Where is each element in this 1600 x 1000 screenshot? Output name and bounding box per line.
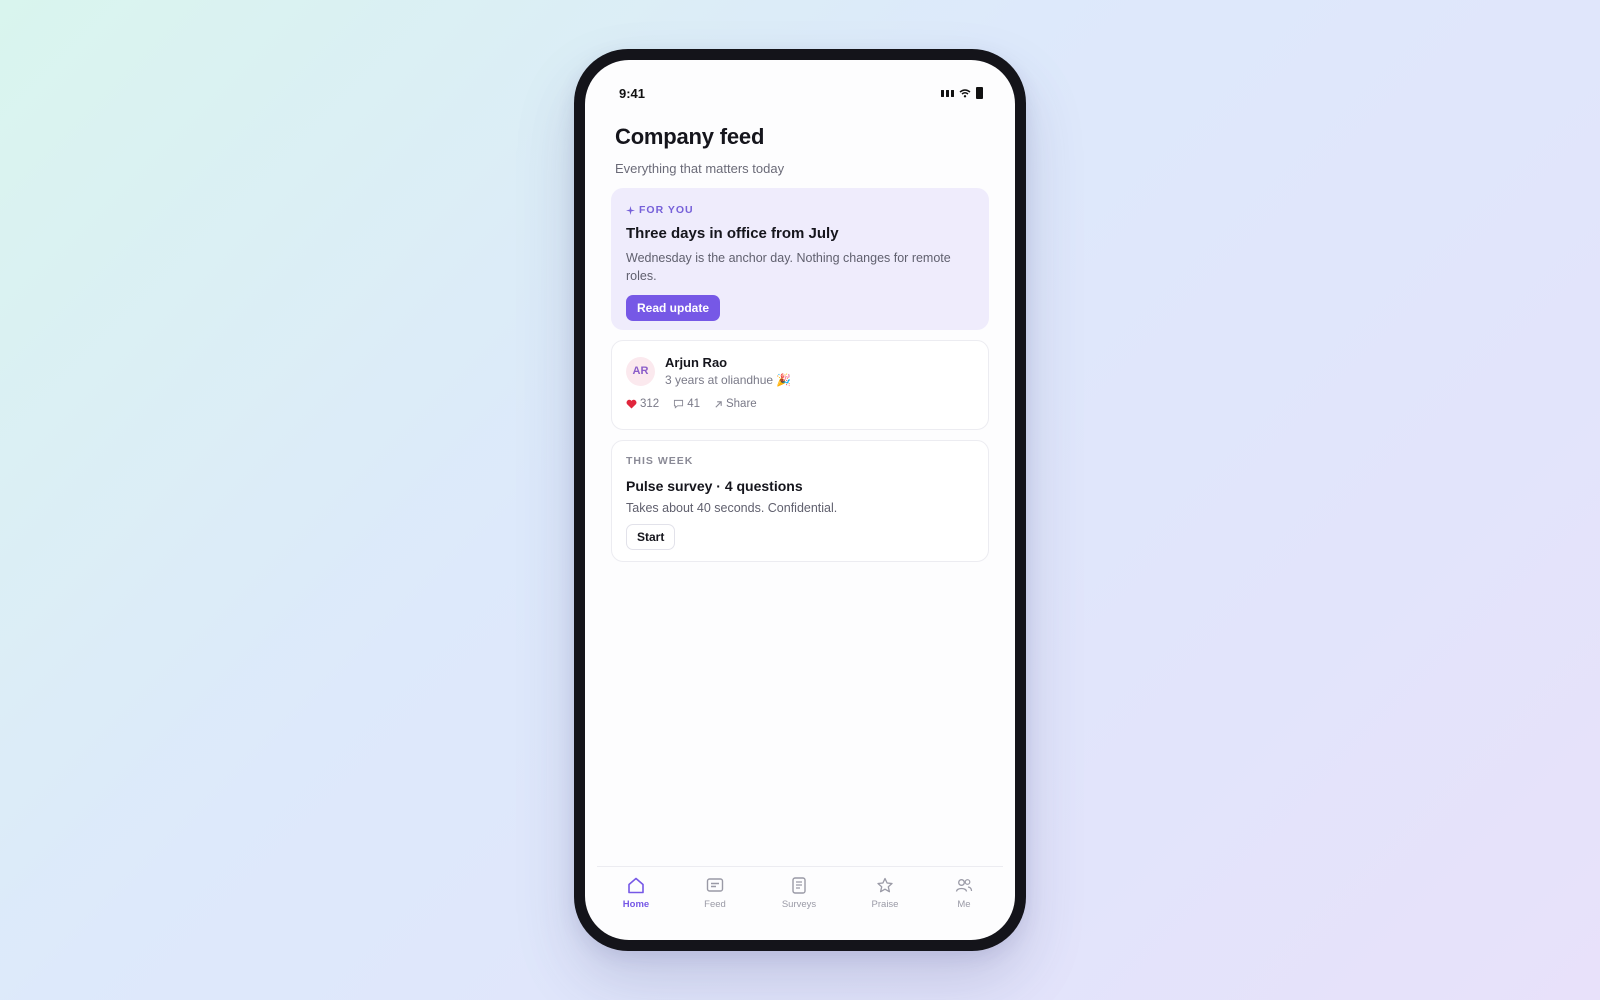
tab-surveys-label: Surveys [781,899,817,910]
for-you-eyebrow: FOR YOU [626,204,974,216]
survey-body: Takes about 40 seconds. Confidential. [626,501,838,515]
post-author-name[interactable]: Arjun Rao [665,355,791,370]
share-arrow-icon [715,400,722,408]
survey-eyebrow: THIS WEEK [626,455,694,467]
tab-feed[interactable]: Feed [685,877,745,910]
tab-surveys[interactable]: Surveys [769,877,829,910]
survey-card: THIS WEEK Pulse survey · 4 questions Tak… [611,440,989,562]
tab-praise-label: Praise [871,899,899,910]
tab-home[interactable]: Home [606,877,666,910]
heart-icon [626,399,637,409]
for-you-body: Wednesday is the anchor day. Nothing cha… [626,251,951,283]
for-you-title: Three days in office from July [626,225,839,242]
star-icon [877,877,893,893]
post-header: AR Arjun Rao 3 years at oliandhue 🎉 [626,355,974,387]
home-icon [628,877,644,894]
post-actions: 312 41 Share [626,398,974,410]
tab-praise[interactable]: Praise [855,877,915,910]
share-button[interactable]: Share [714,398,757,410]
status-bar: 9:41 [585,60,1015,120]
phone-frame: 9:41 Company feed Everything that matter… [574,49,1026,951]
start-survey-button[interactable]: Start [626,524,676,550]
like-count: 312 [640,398,660,410]
bottom-tab-bar: Home Feed Surveys Praise Me [597,866,1003,940]
comment-count: 41 [687,398,700,410]
sparkle-icon [626,205,635,215]
for-you-label: FOR YOU [639,204,694,216]
like-button[interactable]: 312 [626,398,659,410]
people-icon [955,879,973,892]
post-card[interactable]: AR Arjun Rao 3 years at oliandhue 🎉 312 [611,340,989,430]
status-icons [941,87,983,99]
page-subtitle: Everything that matters today [615,161,785,176]
tab-me-label: Me [957,899,971,910]
feed-icon [706,878,724,892]
post-meta: 3 years at oliandhue 🎉 [665,373,792,387]
read-update-button[interactable]: Read update [626,295,721,321]
page-title: Company feed [615,124,765,149]
comment-icon [674,399,684,409]
wifi-icon [959,88,971,97]
battery-icon [976,87,983,99]
surveys-icon [792,877,806,894]
avatar[interactable]: AR [626,356,655,386]
share-label: Share [725,398,757,410]
page-header: Company feed Everything that matters tod… [615,124,985,176]
comment-button[interactable]: 41 [673,398,700,410]
tab-me[interactable]: Me [934,877,994,910]
for-you-card: FOR YOU Three days in office from July W… [611,188,989,330]
tab-feed-label: Feed [704,899,726,910]
app-screen: 9:41 Company feed Everything that matter… [585,60,1015,940]
tab-home-label: Home [622,899,650,910]
survey-title: Pulse survey · 4 questions [626,478,803,494]
status-time: 9:41 [619,86,646,101]
signal-icon [941,89,954,97]
